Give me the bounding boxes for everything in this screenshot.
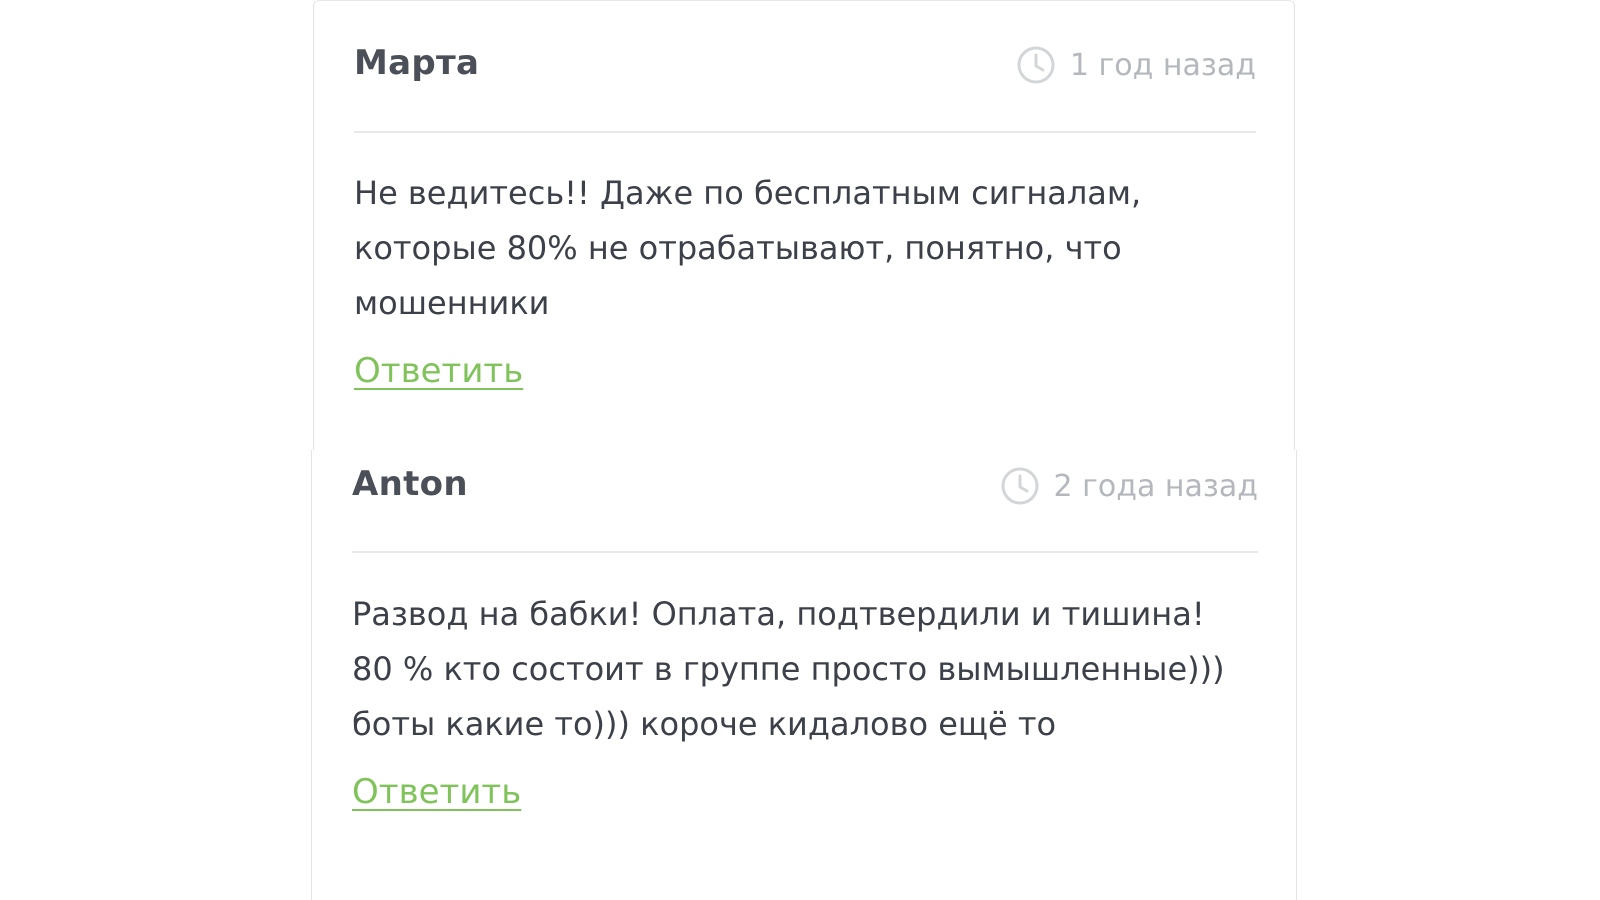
comment-timestamp: 2 года назад: [1000, 466, 1258, 506]
comment-time-label: 1 год назад: [1069, 47, 1256, 83]
comment-text: Развод на бабки! Оплата, подтвердили и т…: [352, 587, 1225, 752]
comment-author: Марта: [354, 43, 480, 83]
comment-text-line: мошенники: [354, 284, 550, 322]
comment-text-line: 80 % кто состоит в группе просто вымышле…: [352, 650, 1225, 688]
comment-author: Anton: [352, 464, 468, 504]
comment-timestamp: 1 год назад: [1016, 45, 1256, 85]
comment-text-line: которые 80% не отрабатывают, понятно, чт…: [354, 229, 1122, 267]
comment-card: Марта 1 год назад Не ведитесь!! Даже по …: [313, 0, 1295, 452]
comment-divider: [354, 131, 1256, 133]
comment-text: Не ведитесь!! Даже по бесплатным сигнала…: [354, 166, 1141, 331]
comment-text-line: Не ведитесь!! Даже по бесплатным сигнала…: [354, 174, 1142, 212]
comment-time-label: 2 года назад: [1053, 468, 1258, 504]
comment-text-line: Развод на бабки! Оплата, подтвердили и т…: [352, 595, 1205, 633]
clock-icon: [1017, 46, 1055, 84]
reply-link[interactable]: Ответить: [354, 351, 523, 391]
comment-divider: [352, 551, 1258, 553]
clock-icon: [1001, 467, 1039, 505]
comment-text-line: боты какие то))) короче кидалово ещё то: [352, 705, 1057, 743]
comment-card: Anton 2 года назад Развод на бабки! Опла…: [311, 450, 1297, 900]
reply-link[interactable]: Ответить: [352, 772, 521, 812]
